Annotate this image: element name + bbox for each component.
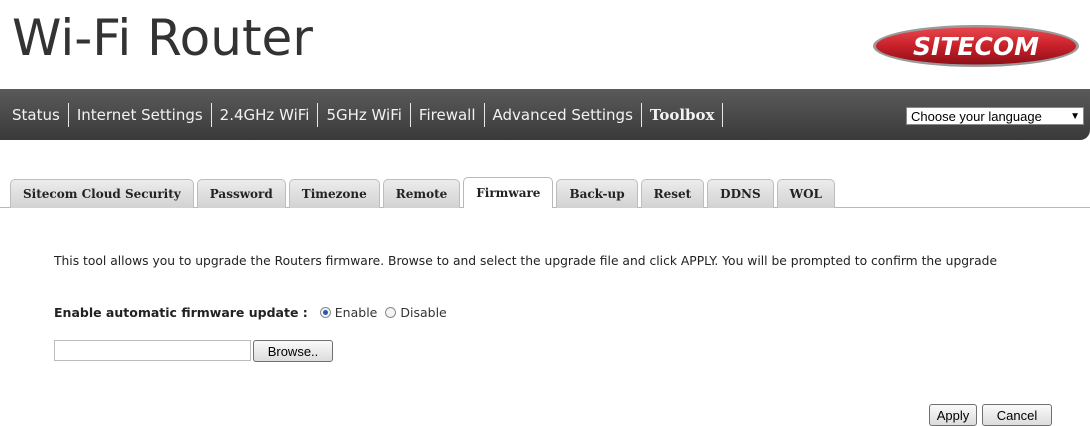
tab-back-up[interactable]: Back-up (556, 179, 638, 208)
language-select[interactable]: Choose your language ▼ (906, 107, 1084, 125)
nav-separator (722, 103, 724, 127)
tab-timezone[interactable]: Timezone (288, 179, 380, 208)
auto-update-label: Enable automatic firmware update : (54, 305, 308, 320)
nav-item-advanced-settings[interactable]: Advanced Settings (485, 106, 641, 124)
sitecom-logo-text: SITECOM (913, 32, 1039, 61)
auto-update-row: Enable automatic firmware update : Enabl… (54, 305, 455, 320)
nav-item-firewall[interactable]: Firewall (411, 106, 484, 124)
firmware-file-input[interactable] (54, 340, 251, 361)
chevron-down-icon: ▼ (1070, 111, 1080, 122)
sitecom-logo: SITECOM (873, 25, 1079, 67)
enable-radio[interactable] (319, 307, 331, 318)
tab-password[interactable]: Password (196, 179, 286, 208)
enable-radio-label: Enable (334, 305, 378, 320)
nav-item-5ghz-wifi[interactable]: 5GHz WiFi (318, 106, 409, 124)
tab-reset[interactable]: Reset (640, 179, 705, 208)
browse-button[interactable]: Browse.. (253, 340, 333, 362)
tab-firmware[interactable]: Firmware (463, 177, 554, 208)
tab-remote[interactable]: Remote (382, 179, 461, 208)
tab-ddns[interactable]: DDNS (707, 179, 774, 208)
nav-item-2-4ghz-wifi[interactable]: 2.4GHz WiFi (212, 106, 318, 124)
tab-bar: Sitecom Cloud Security Password Timezone Re… (10, 177, 838, 208)
disable-radio-label: Disable (400, 305, 447, 320)
language-select-value: Choose your language (911, 109, 1042, 124)
tab-sitecom-cloud-security[interactable]: Sitecom Cloud Security (10, 179, 194, 208)
disable-radio[interactable] (385, 307, 397, 318)
tab-wol[interactable]: WOL (776, 179, 835, 208)
firmware-description: This tool allows you to upgrade the Rout… (54, 254, 998, 268)
page-title: Wi-Fi Router (12, 9, 313, 67)
nav-item-status[interactable]: Status (12, 106, 68, 124)
nav-item-internet-settings[interactable]: Internet Settings (69, 106, 211, 124)
nav-item-toolbox[interactable]: Toolbox (642, 106, 723, 124)
